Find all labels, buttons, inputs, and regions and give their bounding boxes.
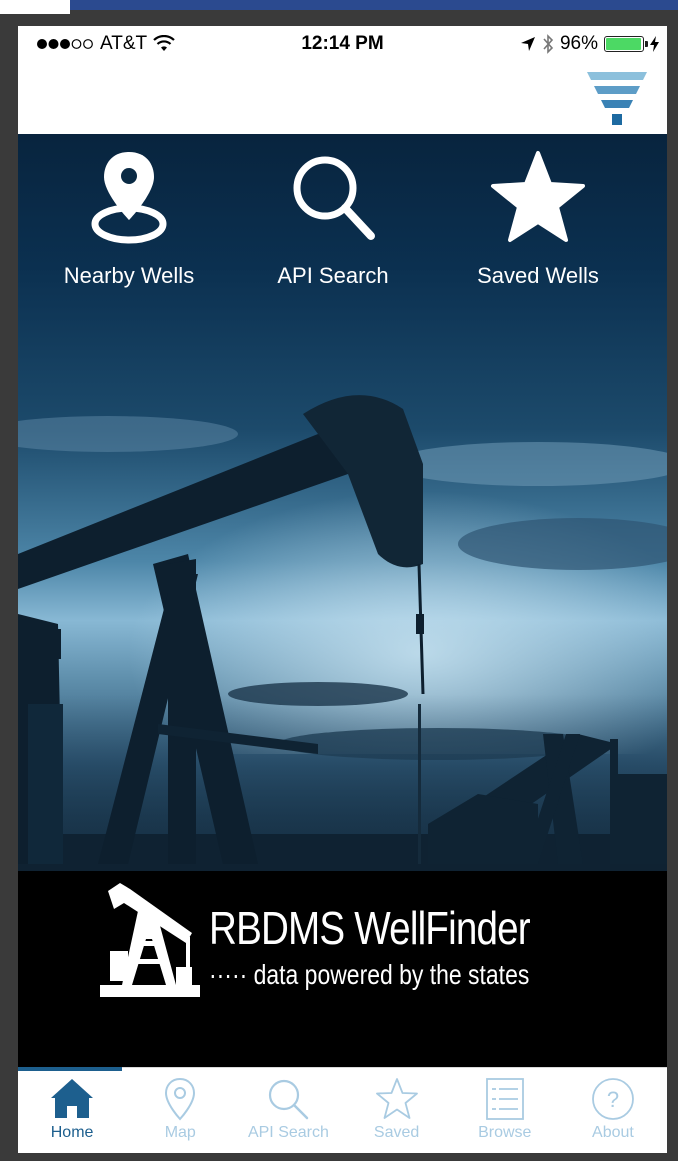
tab-label-map: Map <box>164 1124 196 1141</box>
svg-text:?: ? <box>607 1087 619 1112</box>
location-arrow-icon <box>520 37 535 51</box>
frame-edge <box>0 0 70 14</box>
battery-percent: 96% <box>559 33 598 54</box>
location-pin-icon <box>91 152 167 244</box>
map-pin-icon <box>165 1077 196 1121</box>
status-right: 96% <box>520 33 659 55</box>
frame-accent-strip <box>70 0 678 10</box>
charging-bolt-icon <box>650 36 659 52</box>
tab-label-about: About <box>592 1124 634 1141</box>
tab-label-home: Home <box>50 1124 94 1141</box>
help-icon: ? <box>592 1078 634 1120</box>
tab-about[interactable]: ? About <box>559 1068 667 1153</box>
battery-icon <box>604 36 648 52</box>
pumpjack-logo-icon <box>100 883 200 997</box>
tab-map[interactable]: Map <box>126 1068 234 1153</box>
status-bar: AT&T 12:14 PM 96% <box>18 26 667 66</box>
filter-funnel-icon <box>587 72 647 125</box>
tab-active-indicator <box>18 1067 122 1071</box>
tab-home[interactable]: Home <box>18 1067 126 1153</box>
navigation-bar <box>18 66 667 134</box>
star-icon <box>375 1078 418 1119</box>
tab-api-search[interactable]: API Search <box>234 1068 342 1153</box>
saved-wells-label: Saved Wells <box>477 263 599 288</box>
api-search-button[interactable]: API Search <box>233 148 433 289</box>
list-icon <box>485 1078 524 1120</box>
branding-band: RBDMS WellFinder ····· data powered by t… <box>18 871 667 1067</box>
nearby-wells-label: Nearby Wells <box>63 263 195 288</box>
tab-label-api-search: API Search <box>247 1124 329 1141</box>
app-tagline: ····· data powered by the states <box>209 959 529 991</box>
tab-bar: Home Map API Search Saved Browse ? About <box>18 1067 667 1153</box>
quick-actions: Nearby Wells API Search Saved Wells <box>18 134 667 314</box>
filter-button[interactable] <box>585 70 649 128</box>
nearby-wells-button[interactable]: Nearby Wells <box>29 148 229 289</box>
bluetooth-icon <box>543 34 554 54</box>
star-icon <box>491 151 585 242</box>
tab-label-saved: Saved <box>373 1124 420 1141</box>
battery-tip <box>645 41 648 47</box>
hero-section: Nearby Wells API Search Saved Wells <box>18 134 667 871</box>
search-icon <box>269 1079 309 1120</box>
tagline-dots: ····· <box>209 959 248 990</box>
phone-screen: AT&T 12:14 PM 96% Nearby Wells API Searc… <box>18 26 667 1153</box>
tab-saved[interactable]: Saved <box>343 1068 451 1153</box>
battery-fill <box>606 38 641 50</box>
search-icon <box>293 156 375 240</box>
api-search-label: API Search <box>277 263 389 288</box>
tagline-text: data powered by the states <box>253 959 530 990</box>
saved-wells-button[interactable]: Saved Wells <box>438 148 638 289</box>
tab-label-browse: Browse <box>478 1124 532 1141</box>
home-icon <box>51 1079 94 1118</box>
tab-browse[interactable]: Browse <box>451 1068 559 1153</box>
app-title: RBDMS WellFinder <box>209 902 531 954</box>
